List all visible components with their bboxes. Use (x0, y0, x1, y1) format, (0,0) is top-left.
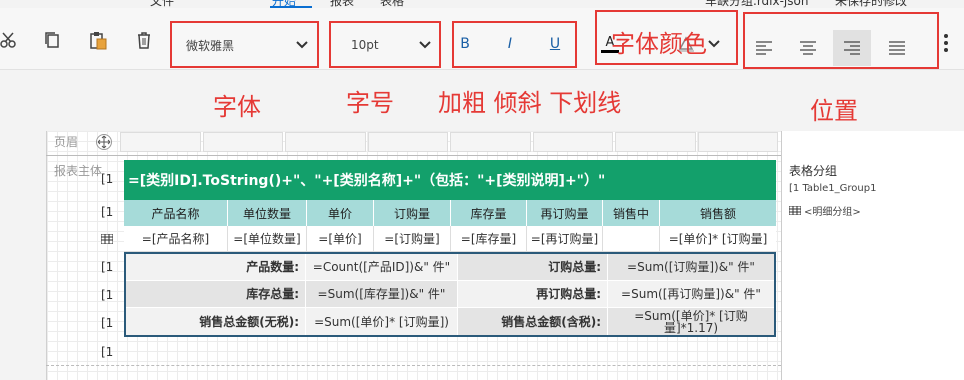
header-cell[interactable]: 订购量 (374, 200, 451, 226)
detail-group-label: <明细分组> (804, 207, 861, 218)
paste-icon[interactable] (88, 30, 108, 50)
header-cell[interactable]: 库存量 (451, 200, 527, 226)
summary-row: 产品数量: =Count([产品ID])&" 件" 订购总量: =Sum([订购… (126, 254, 774, 281)
row-marker[interactable]: [1 (101, 288, 115, 302)
detail-cell[interactable]: =[库存量] (451, 226, 527, 251)
annotation-box-size (329, 21, 441, 68)
annotation-color-label: 字体颜色 (611, 30, 707, 58)
detail-cell[interactable]: =[产品名称] (124, 226, 228, 251)
detail-cell[interactable]: =[订购量] (374, 226, 451, 251)
tab-table[interactable]: 表格 (380, 0, 404, 8)
report-body-band-label: 报表主体 (54, 164, 103, 178)
header-cell[interactable]: 销售额 (660, 200, 776, 226)
annotation-position-label: 位置 (810, 97, 858, 125)
annotation-box-position (743, 12, 939, 69)
group-item[interactable]: [1 Table1_Group1 (789, 183, 876, 194)
summary-label[interactable]: 销售总金额(含税): (458, 308, 608, 335)
tab-report[interactable]: 报表 (330, 0, 354, 8)
row-marker[interactable]: [1 (101, 205, 115, 219)
row-marker[interactable]: [1 (101, 260, 115, 274)
document-title: 车缺分组.rdlx-json (705, 0, 809, 8)
detail-cell[interactable] (603, 226, 660, 251)
summary-value[interactable]: =Count([产品ID])&" 件" (306, 254, 458, 280)
summary-label[interactable]: 销售总金额(无税): (126, 308, 306, 335)
summary-value[interactable]: =Sum([再订购量])&" 件" (608, 281, 774, 307)
group-title-cell[interactable]: =[类别ID].ToString()+"、"+[类别名称]+"（包括："+[类别… (124, 160, 776, 200)
header-cell[interactable]: 单价 (307, 200, 374, 226)
detail-cell[interactable]: =[再订购量] (527, 226, 603, 251)
panel-title: 表格分组 (789, 164, 838, 178)
annotation-style-label: 加粗 倾斜 下划线 (438, 89, 622, 117)
summary-block: 产品数量: =Count([产品ID])&" 件" 订购总量: =Sum([订购… (124, 252, 776, 337)
detail-cell[interactable]: =[单位数量] (228, 226, 307, 251)
header-cell[interactable]: 再订购量 (527, 200, 603, 226)
delete-icon[interactable] (134, 30, 154, 50)
detail-cell[interactable]: =[单价] (307, 226, 374, 251)
page-header-band[interactable] (120, 132, 780, 152)
summary-label[interactable]: 订购总量: (458, 254, 608, 280)
page-header-band-label: 页眉 (54, 135, 79, 149)
annotation-box-font (170, 21, 319, 68)
summary-value[interactable]: =Sum([单价]* [订购量]) (306, 308, 458, 335)
top-menu-strip: 文件 开始 报表 表格 车缺分组.rdlx-json 未保存的修改 (0, 0, 964, 8)
table-detail-row: =[产品名称] =[单位数量] =[单价] =[订购量] =[库存量] =[再订… (124, 226, 776, 252)
detail-row-icon[interactable] (100, 233, 115, 247)
summary-row: 销售总金额(无税): =Sum([单价]* [订购量]) 销售总金额(含税): … (126, 308, 774, 335)
header-cell[interactable]: 销售中 (603, 200, 660, 226)
unsaved-indicator: 未保存的修改 (835, 0, 908, 8)
summary-label[interactable]: 库存总量: (126, 281, 306, 307)
annotation-font-label: 字体 (213, 93, 261, 121)
header-cell[interactable]: 单位数量 (228, 200, 307, 226)
detail-group-icon (789, 206, 801, 215)
table-group-panel: 表格分组 [1 Table1_Group1 <明细分组> (781, 131, 964, 380)
annotation-size-label: 字号 (346, 89, 394, 117)
summary-value[interactable]: =Sum([库存量])&" 件" (306, 281, 458, 307)
report-table[interactable]: =[类别ID].ToString()+"、"+[类别名称]+"（包括："+[类别… (124, 160, 776, 337)
detail-group-item[interactable]: <明细分组> (789, 203, 861, 218)
summary-value[interactable]: =Sum([订购量])&" 件" (608, 254, 774, 280)
annotation-box-style (452, 21, 577, 68)
summary-value[interactable]: =Sum([单价]* [订购量]*1.17) (608, 308, 774, 335)
row-marker[interactable]: [1 (101, 316, 115, 330)
row-marker[interactable]: [1 (101, 172, 115, 186)
cut-icon[interactable] (0, 30, 18, 50)
summary-row: 库存总量: =Sum([库存量])&" 件" 再订购总量: =Sum([再订购量… (126, 281, 774, 308)
move-handle-icon[interactable] (96, 134, 112, 150)
body-bottom-line (46, 365, 781, 366)
header-cell[interactable]: 产品名称 (124, 200, 228, 226)
band-divider (46, 155, 781, 156)
summary-label[interactable]: 产品数量: (126, 254, 306, 280)
more-options-icon[interactable] (942, 32, 950, 54)
table-header-row: 产品名称 单位数量 单价 订购量 库存量 再订购量 销售中 销售额 (124, 200, 776, 226)
detail-cell[interactable]: =[单价]* [订购量] (660, 226, 776, 251)
tab-file[interactable]: 文件 (150, 0, 174, 8)
row-marker[interactable]: [1 (101, 345, 115, 359)
summary-label[interactable]: 再订购总量: (458, 281, 608, 307)
copy-icon[interactable] (42, 30, 62, 50)
